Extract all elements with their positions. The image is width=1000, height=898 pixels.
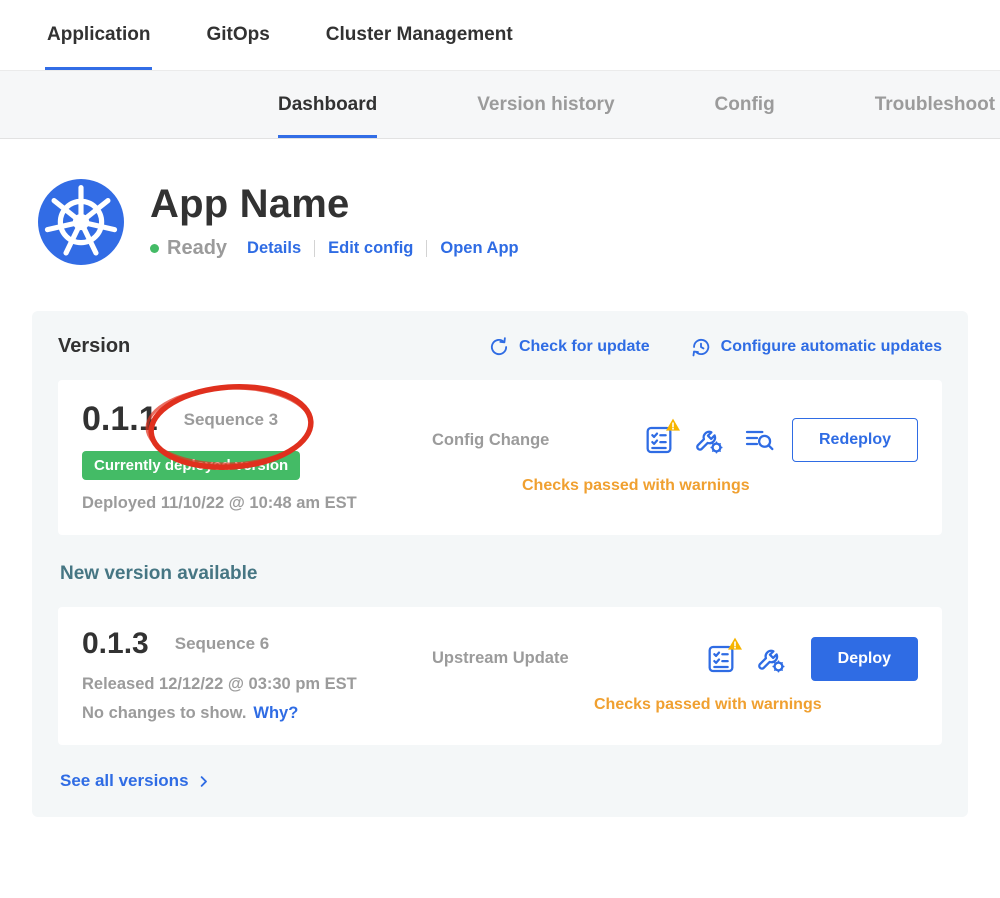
page-title: App Name — [150, 181, 519, 227]
new-version-number: 0.1.3 — [82, 627, 149, 661]
version-actions: Check for update Configure automatic upd… — [488, 336, 942, 358]
why-link[interactable]: Why? — [253, 704, 298, 723]
released-timestamp: Released 12/12/22 @ 03:30 pm EST — [82, 675, 422, 694]
top-nav: Application GitOps Cluster Management — [0, 0, 1000, 71]
configure-automatic-updates-label: Configure automatic updates — [721, 338, 942, 356]
tab-version-history[interactable]: Version history — [477, 71, 614, 138]
see-all-versions-link[interactable]: See all versions — [60, 771, 211, 791]
divider — [314, 240, 315, 257]
app-header-text: App Name Ready Details Edit config Open … — [150, 179, 519, 260]
new-version-sequence: Sequence 6 — [175, 634, 270, 654]
chevron-right-icon — [196, 774, 211, 789]
details-link[interactable]: Details — [247, 239, 301, 258]
sub-nav: Dashboard Version history Config Trouble… — [0, 71, 1000, 139]
new-version-card: 0.1.3 Sequence 6 Released 12/12/22 @ 03:… — [58, 607, 942, 745]
new-version-actions: Upstream Update — [422, 627, 918, 723]
kubernetes-logo-icon — [38, 179, 124, 265]
status-row: Ready Details Edit config Open App — [150, 237, 519, 260]
app-header: App Name Ready Details Edit config Open … — [38, 179, 1000, 265]
version-section-header: Version Check for update — [58, 335, 942, 358]
no-changes-text: No changes to show. — [82, 704, 246, 723]
tab-application[interactable]: Application — [45, 0, 152, 70]
divider — [426, 240, 427, 257]
current-version-card: 0.1.1 Sequence 3 Currently deployed vers… — [58, 380, 942, 535]
open-app-link[interactable]: Open App — [440, 239, 518, 258]
version-section-title: Version — [58, 335, 130, 358]
tab-gitops[interactable]: GitOps — [204, 0, 271, 70]
check-for-update-button[interactable]: Check for update — [488, 336, 650, 358]
configure-automatic-updates-button[interactable]: Configure automatic updates — [690, 336, 942, 358]
new-version-heading: New version available — [60, 563, 942, 585]
check-for-update-label: Check for update — [519, 338, 650, 356]
currently-deployed-badge: Currently deployed version — [82, 451, 300, 480]
config-wrench-icon[interactable] — [755, 643, 787, 675]
preflight-checks-icon[interactable] — [643, 424, 675, 456]
current-version-number: 0.1.1 — [82, 400, 158, 439]
view-files-search-icon[interactable] — [743, 424, 775, 456]
deployed-timestamp: Deployed 11/10/22 @ 10:48 am EST — [82, 494, 422, 513]
tab-troubleshoot[interactable]: Troubleshoot — [875, 71, 995, 138]
edit-config-link[interactable]: Edit config — [328, 239, 413, 258]
current-version-checks-status: Checks passed with warnings — [522, 477, 918, 495]
warning-triangle-icon — [665, 417, 681, 433]
current-version-check-icons — [643, 424, 775, 456]
config-wrench-icon[interactable] — [693, 424, 725, 456]
version-section: Version Check for update — [32, 311, 968, 817]
deploy-button[interactable]: Deploy — [811, 637, 918, 681]
tab-cluster-management[interactable]: Cluster Management — [324, 0, 515, 70]
current-version-info: 0.1.1 Sequence 3 Currently deployed vers… — [82, 400, 422, 513]
new-version-info: 0.1.3 Sequence 6 Released 12/12/22 @ 03:… — [82, 627, 422, 723]
current-version-source: Config Change — [432, 431, 607, 450]
scheduled-update-icon — [690, 336, 712, 358]
status-dot-icon — [150, 244, 159, 253]
redeploy-button[interactable]: Redeploy — [792, 418, 918, 462]
see-all-versions-label: See all versions — [60, 771, 189, 791]
new-version-check-icons — [705, 643, 787, 675]
refresh-icon — [488, 336, 510, 358]
preflight-checks-icon[interactable] — [705, 643, 737, 675]
new-version-source: Upstream Update — [432, 649, 607, 668]
tab-dashboard[interactable]: Dashboard — [278, 71, 377, 138]
current-version-sequence: Sequence 3 — [184, 410, 279, 430]
status-text: Ready — [167, 237, 227, 260]
current-version-actions: Config Change — [422, 400, 918, 513]
tab-config[interactable]: Config — [715, 71, 775, 138]
new-version-checks-status: Checks passed with warnings — [594, 696, 918, 714]
warning-triangle-icon — [727, 636, 743, 652]
